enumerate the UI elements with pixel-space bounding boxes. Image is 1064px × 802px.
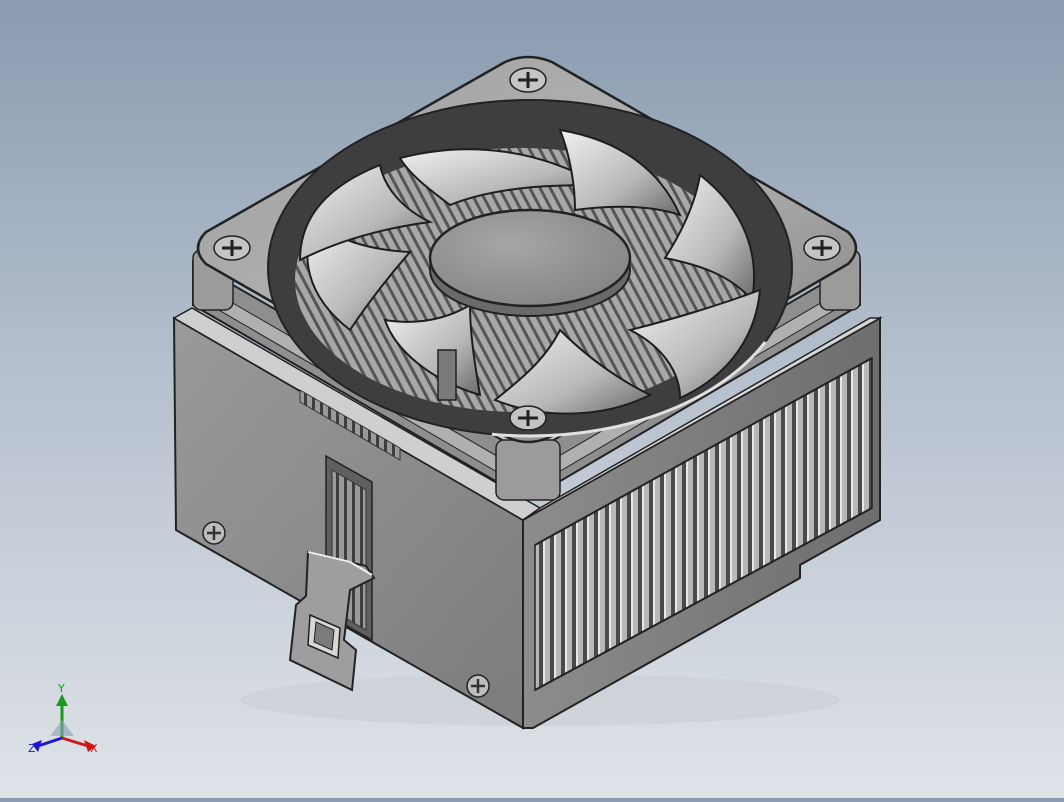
fan-strut [437,349,457,401]
x-axis-arrow [61,736,89,748]
z-axis-label: Z [28,742,36,755]
mount-screw-icon [509,67,547,93]
x-axis-label: X [90,742,98,755]
z-axis-arrow [37,736,63,748]
cad-model-view[interactable] [0,0,1064,798]
mount-screw-icon [803,235,841,261]
view-orientation-triad[interactable]: Y X Z [22,680,112,760]
graphics-viewport[interactable] [0,0,1064,798]
screw-icon [202,521,226,545]
y-axis-label: Y [57,682,65,695]
screw-icon [466,674,490,698]
mount-screw-icon [213,235,251,261]
mount-screw-icon [509,405,547,431]
